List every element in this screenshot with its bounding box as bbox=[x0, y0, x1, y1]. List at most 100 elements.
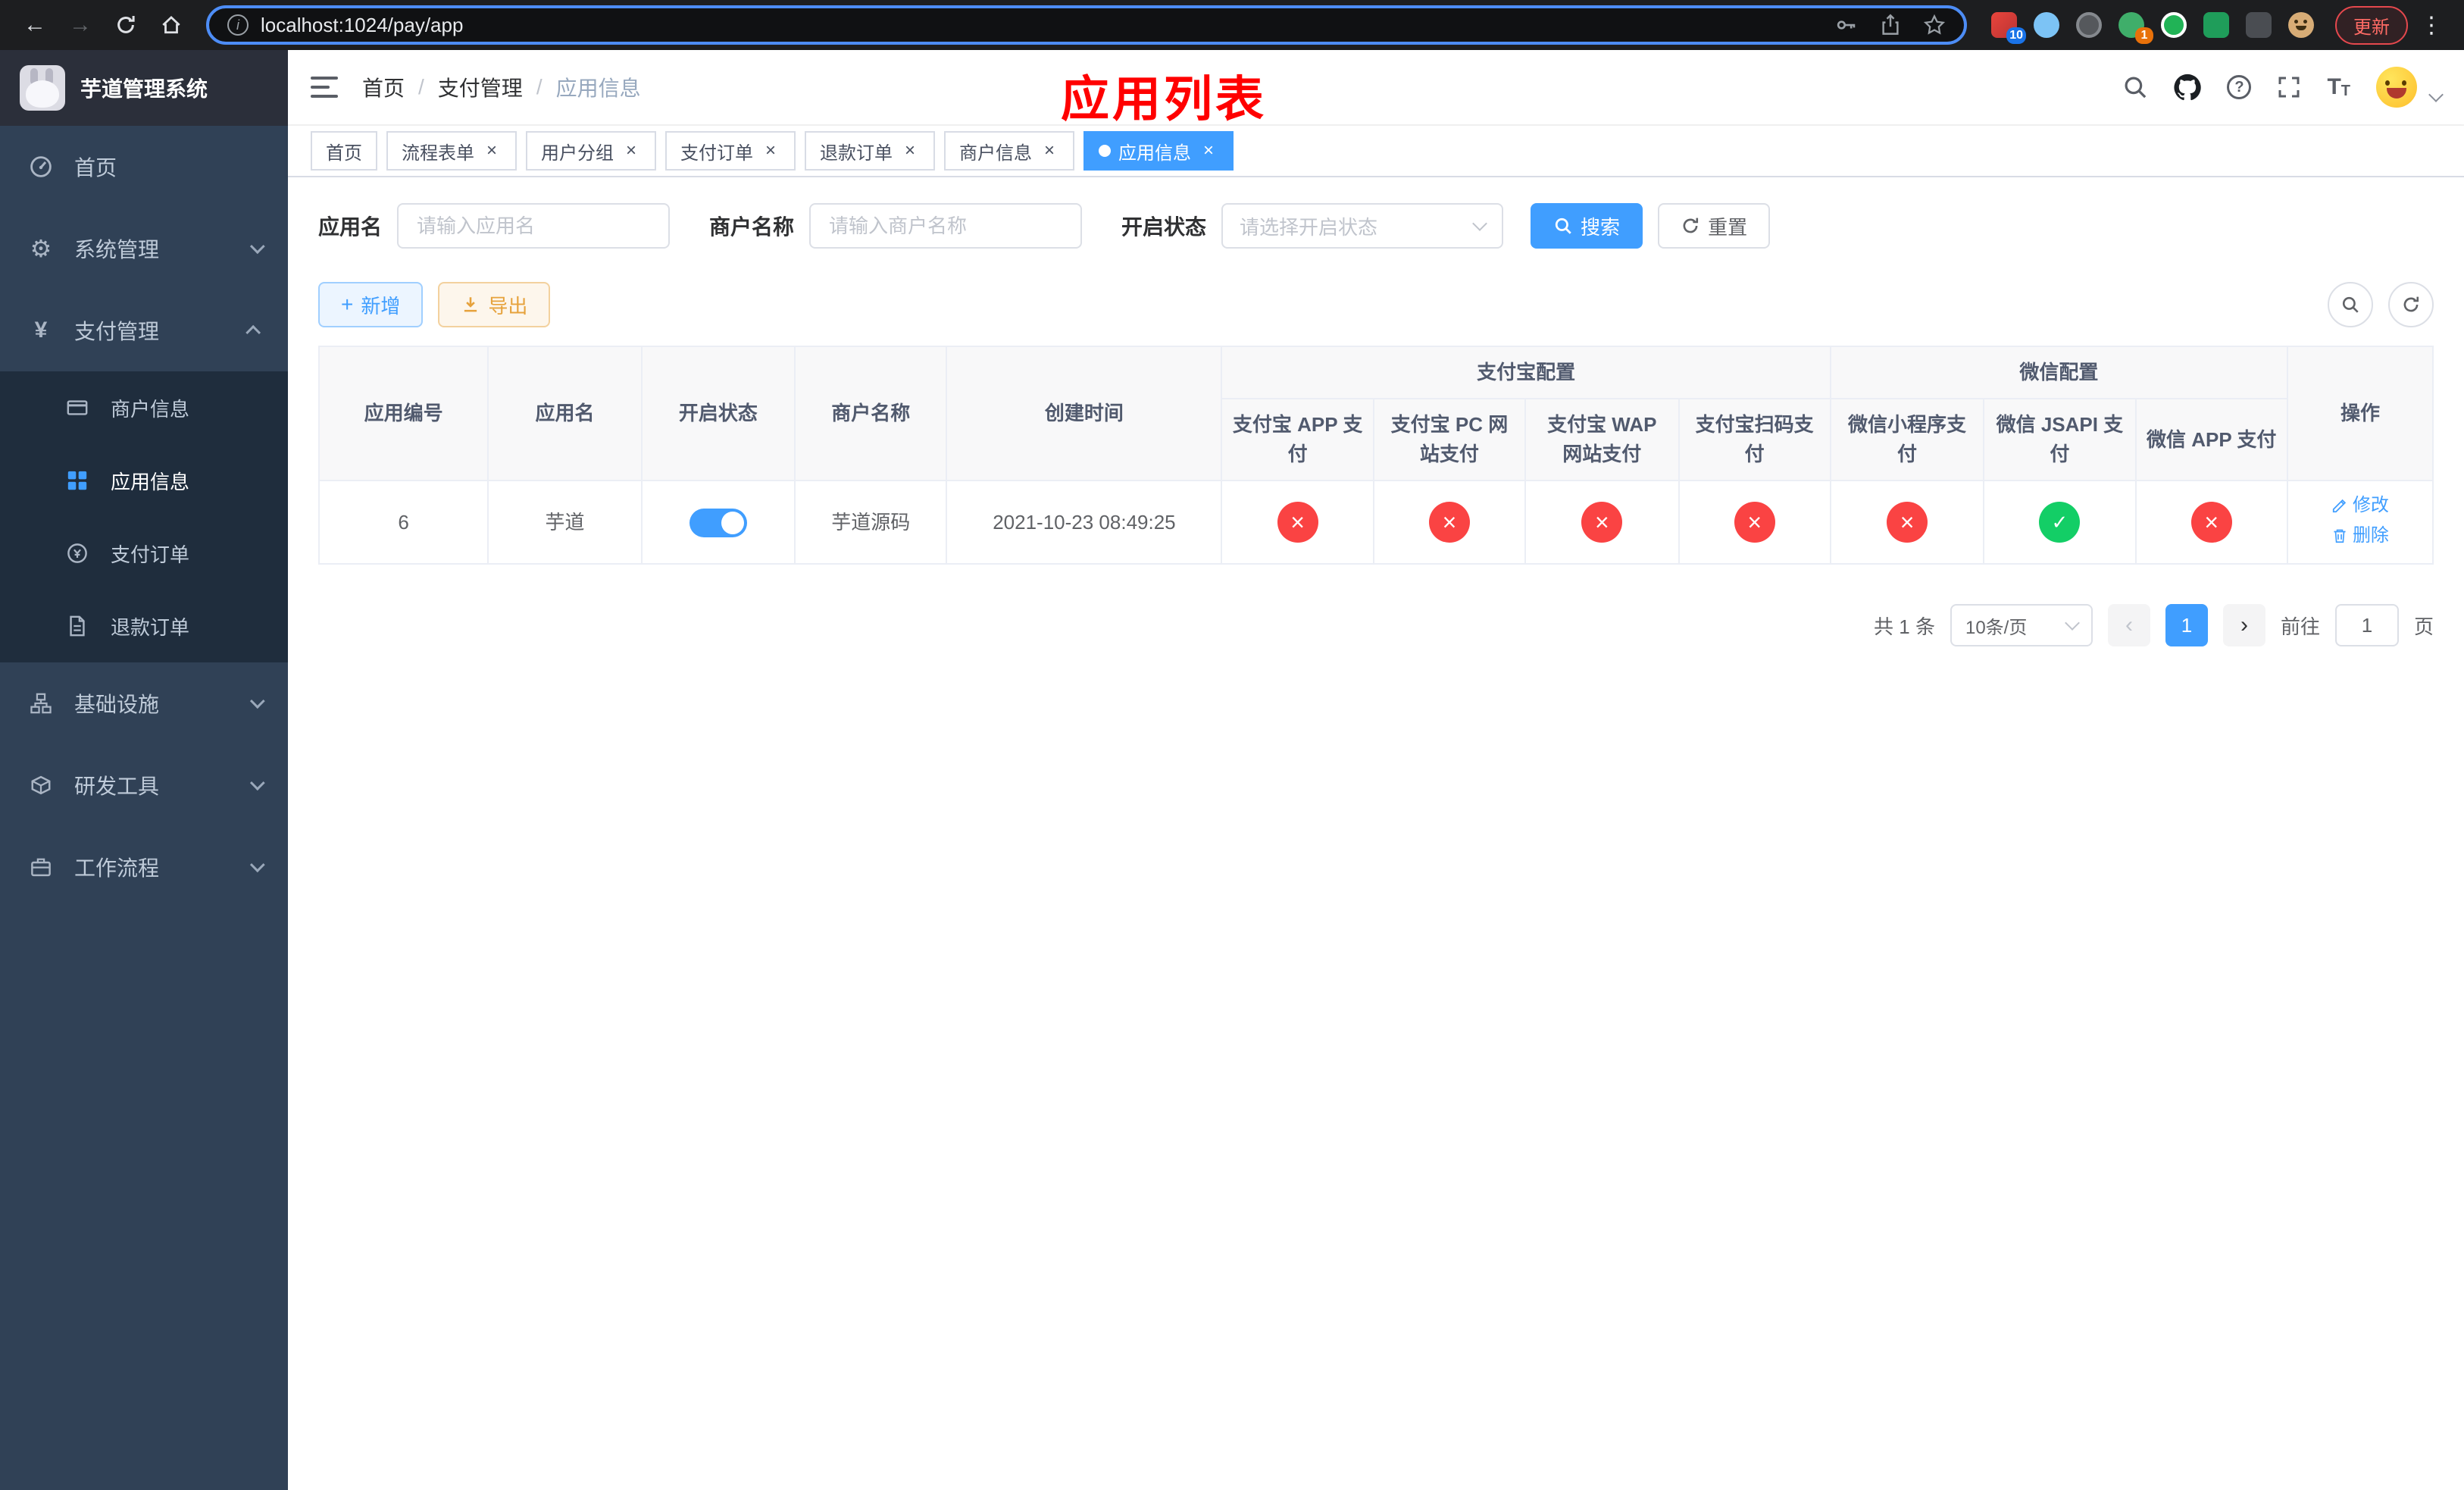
status-label: 开启状态 bbox=[1121, 215, 1207, 239]
url-text[interactable]: localhost:1024/pay/app bbox=[261, 14, 463, 37]
chevron-down-icon[interactable] bbox=[2428, 87, 2444, 102]
sidebar-item-payment-orders[interactable]: 支付订单 bbox=[0, 517, 288, 590]
tab-merchant-info[interactable]: 商户信息 × bbox=[944, 131, 1074, 171]
share-icon[interactable] bbox=[1879, 14, 1902, 36]
merchant-name-input[interactable] bbox=[809, 203, 1083, 249]
extension-icon-4[interactable]: 1 bbox=[2118, 12, 2153, 44]
toolbox-icon bbox=[27, 774, 55, 797]
breadcrumb-current: 应用信息 bbox=[555, 77, 641, 100]
export-button[interactable]: 导出 bbox=[438, 282, 551, 327]
delete-button[interactable]: 删除 bbox=[2331, 522, 2389, 549]
add-button[interactable]: + 新增 bbox=[318, 282, 424, 327]
sidebar-item-infrastructure[interactable]: 基础设施 bbox=[0, 662, 288, 744]
chevron-down-icon bbox=[2065, 615, 2080, 631]
app-name-input[interactable] bbox=[397, 203, 671, 249]
reset-button[interactable]: 重置 bbox=[1658, 203, 1771, 249]
search-button[interactable]: 搜索 bbox=[1531, 203, 1643, 249]
sidebar-item-home[interactable]: 首页 bbox=[0, 126, 288, 208]
apps-table: 应用编号 应用名 开启状态 商户名称 创建时间 支付宝配置 微信配置 操作 支付… bbox=[318, 346, 2434, 565]
reset-button-label: 重置 bbox=[1708, 215, 1748, 239]
extension-icon-6[interactable] bbox=[2203, 12, 2229, 38]
edit-button[interactable]: 修改 bbox=[2331, 492, 2389, 519]
browser-toolbar: ← → i localhost:1024/pay/app 10 1 更新 ⋮ bbox=[0, 0, 2464, 50]
breadcrumb-home[interactable]: 首页 bbox=[362, 72, 405, 102]
close-icon[interactable]: × bbox=[1040, 141, 1059, 161]
extension-icon-1[interactable]: 10 bbox=[1991, 12, 2026, 44]
github-icon[interactable] bbox=[2174, 74, 2202, 101]
address-bar[interactable]: i localhost:1024/pay/app bbox=[206, 5, 1967, 45]
plus-icon: + bbox=[341, 293, 354, 316]
extension-icon-2[interactable] bbox=[2034, 12, 2059, 38]
app-name-label: 应用名 bbox=[318, 215, 383, 239]
forward-icon[interactable]: → bbox=[61, 5, 100, 45]
chrome-update-button[interactable]: 更新 bbox=[2335, 5, 2408, 45]
breadcrumb: 首页 / 支付管理 / 应用信息 bbox=[362, 72, 641, 102]
extension-icon-3[interactable] bbox=[2076, 12, 2102, 38]
tab-label: 商户信息 bbox=[959, 142, 1032, 164]
sidebar-item-label: 支付管理 bbox=[74, 320, 160, 343]
bookmark-star-icon[interactable] bbox=[1923, 14, 1946, 36]
status-select[interactable]: 请选择开启状态 bbox=[1221, 203, 1504, 249]
extension-icon-7[interactable] bbox=[2288, 12, 2314, 38]
col-wechat-mini: 微信小程序支付 bbox=[1829, 398, 1985, 481]
check-circle-icon bbox=[2039, 502, 2081, 543]
close-icon[interactable]: × bbox=[1199, 141, 1218, 161]
col-group-wechat: 微信配置 bbox=[1829, 346, 2288, 399]
tab-payment-orders[interactable]: 支付订单 × bbox=[665, 131, 796, 171]
sidebar: 芋道管理系统 首页 ⚙ 系统管理 ¥ 支付管理 商户信息 应用信息 支付订单 退… bbox=[0, 50, 288, 1490]
chevron-down-icon bbox=[1472, 216, 1487, 231]
reload-icon[interactable] bbox=[106, 5, 145, 45]
search-icon[interactable] bbox=[2122, 74, 2148, 100]
font-size-icon[interactable]: TT bbox=[2327, 76, 2350, 99]
pencil-icon bbox=[2332, 499, 2347, 513]
sidebar-item-app-info[interactable]: 应用信息 bbox=[0, 444, 288, 517]
close-icon[interactable]: × bbox=[761, 141, 780, 161]
tab-process-form[interactable]: 流程表单 × bbox=[386, 131, 517, 171]
sidebar-item-dev-tools[interactable]: 研发工具 bbox=[0, 744, 288, 826]
table-toolbar: + 新增 导出 bbox=[318, 282, 2434, 327]
cell-alipay-wap bbox=[1524, 480, 1680, 565]
site-info-icon[interactable]: i bbox=[227, 14, 249, 36]
edit-button-label: 修改 bbox=[2352, 495, 2389, 515]
prev-page-button[interactable]: ‹ bbox=[2107, 604, 2150, 646]
help-icon[interactable]: ? bbox=[2227, 75, 2252, 99]
sidebar-item-system[interactable]: ⚙ 系统管理 bbox=[0, 208, 288, 290]
sidebar-item-label: 商户信息 bbox=[111, 397, 190, 421]
sidebar-toggle-icon[interactable] bbox=[311, 77, 338, 98]
close-icon[interactable]: × bbox=[900, 141, 920, 161]
page-number-1[interactable]: 1 bbox=[2165, 604, 2208, 646]
tab-user-group[interactable]: 用户分组 × bbox=[526, 131, 656, 171]
show-search-button[interactable] bbox=[2328, 282, 2373, 327]
browser-menu-icon[interactable]: ⋮ bbox=[2414, 12, 2449, 39]
goto-unit-label: 页 bbox=[2413, 615, 2434, 638]
tab-app-info[interactable]: 应用信息 × bbox=[1083, 131, 1234, 171]
extension-icon-5[interactable] bbox=[2161, 12, 2187, 38]
sidebar-item-workflow[interactable]: 工作流程 bbox=[0, 826, 288, 908]
chevron-down-icon bbox=[249, 857, 265, 873]
user-avatar[interactable] bbox=[2376, 67, 2417, 108]
close-icon[interactable]: × bbox=[482, 141, 502, 161]
tab-home[interactable]: 首页 bbox=[311, 131, 377, 171]
page-size-select[interactable]: 10条/页 bbox=[1950, 604, 2093, 646]
sidebar-item-refund-orders[interactable]: 退款订单 bbox=[0, 590, 288, 662]
close-icon[interactable]: × bbox=[621, 141, 641, 161]
goto-label: 前往 bbox=[2280, 615, 2320, 638]
password-key-icon[interactable] bbox=[1835, 14, 1858, 36]
yen-icon: ¥ bbox=[34, 318, 48, 343]
status-toggle[interactable] bbox=[689, 509, 747, 538]
gear-icon: ⚙ bbox=[30, 235, 52, 262]
sidebar-item-payment[interactable]: ¥ 支付管理 bbox=[0, 290, 288, 371]
back-icon[interactable]: ← bbox=[15, 5, 55, 45]
sidebar-item-label: 支付订单 bbox=[111, 543, 190, 566]
tab-refund-orders[interactable]: 退款订单 × bbox=[805, 131, 935, 171]
search-button-label: 搜索 bbox=[1581, 215, 1621, 239]
home-icon[interactable] bbox=[152, 5, 191, 45]
fullscreen-icon[interactable] bbox=[2277, 75, 2301, 99]
goto-page-input[interactable] bbox=[2334, 604, 2399, 646]
extensions-puzzle-icon[interactable] bbox=[2246, 12, 2272, 38]
next-page-button[interactable]: › bbox=[2222, 604, 2265, 646]
sidebar-item-merchant-info[interactable]: 商户信息 bbox=[0, 371, 288, 444]
breadcrumb-section[interactable]: 支付管理 bbox=[438, 72, 523, 102]
col-alipay-qr: 支付宝扫码支付 bbox=[1678, 398, 1831, 481]
refresh-button[interactable] bbox=[2388, 282, 2434, 327]
